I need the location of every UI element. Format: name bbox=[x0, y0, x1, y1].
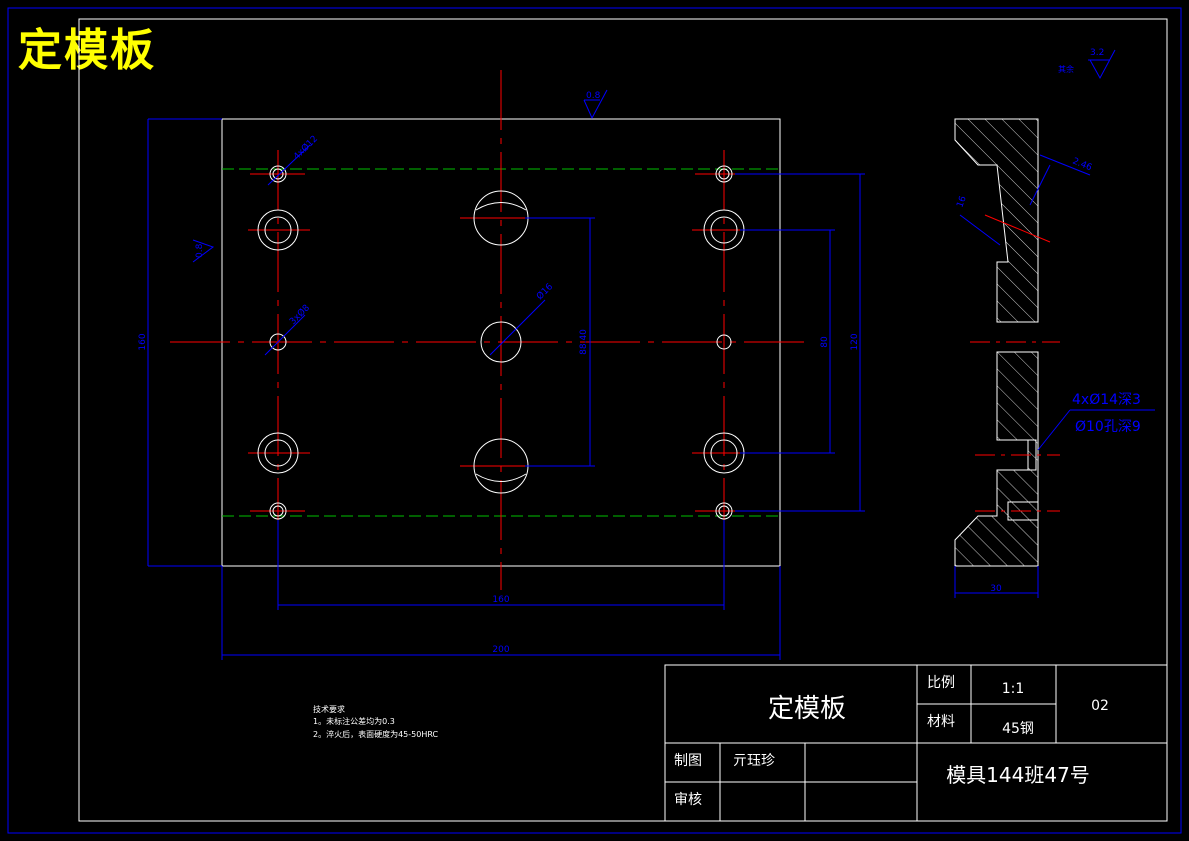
notes-line-2: 2。淬火后，表面硬度为45-50HRC bbox=[313, 729, 439, 739]
dim-angle-len: 2.46 bbox=[1071, 157, 1094, 174]
title-block bbox=[664, 664, 1168, 822]
dim-center-hole: Ø16 bbox=[534, 281, 555, 302]
notes-line-1: 1。未标注公差均为0.3 bbox=[313, 716, 395, 726]
dim-angle-side: 16 bbox=[955, 195, 968, 209]
dim-corner-hole: 4xØ12 bbox=[291, 133, 320, 162]
tb-drawing-no: 02 bbox=[1091, 698, 1109, 714]
tb-material-label: 材料 bbox=[927, 714, 955, 730]
roughness-general-value: 3.2 bbox=[1090, 48, 1104, 58]
dim-overall-height: 160 bbox=[138, 333, 148, 350]
dim-thickness: 30 bbox=[990, 584, 1002, 594]
notes-heading: 技术要求 bbox=[313, 704, 345, 714]
dim-small-hole: 3xØ8 bbox=[287, 302, 312, 327]
roughness-general-label: 其余 bbox=[1058, 64, 1074, 74]
tb-drawn-label: 制图 bbox=[674, 753, 702, 769]
tb-scale-value: 1:1 bbox=[1002, 681, 1025, 697]
tb-material-value: 45钢 bbox=[1002, 721, 1034, 737]
dim-spacing-inner: 80 bbox=[820, 336, 830, 348]
tb-class-info: 模具144班47号 bbox=[946, 763, 1090, 787]
dim-spacing-mid: 88.40 bbox=[579, 329, 589, 355]
engineering-drawing: 200 160 160 120 80 88.40 Ø16 3xØ8 4xØ12 … bbox=[7, 7, 1182, 834]
roughness-top-value: 0.8 bbox=[586, 91, 601, 101]
tb-check-label: 审核 bbox=[674, 792, 702, 808]
side-callout: 4xØ14深3 Ø10孔深9 bbox=[1072, 392, 1141, 435]
center-lines bbox=[170, 70, 810, 590]
roughness-left-value: 0.8 bbox=[195, 243, 205, 258]
dim-overall-width: 200 bbox=[492, 645, 509, 655]
front-dimensions bbox=[147, 89, 865, 660]
tb-scale-label: 比例 bbox=[927, 675, 955, 691]
technical-notes: 技术要求 1。未标注公差均为0.3 2。淬火后，表面硬度为45-50HRC bbox=[313, 704, 439, 739]
front-view bbox=[147, 70, 865, 660]
callout-line-2: Ø10孔深9 bbox=[1075, 419, 1141, 435]
title-block-text: 定模板 比例 1:1 材料 45钢 02 制图 亓珏珍 审核 模具144班47号 bbox=[674, 675, 1109, 808]
side-view bbox=[954, 49, 1155, 598]
tb-drawn-by: 亓珏珍 bbox=[733, 753, 775, 769]
callout-line-1: 4xØ14深3 bbox=[1072, 392, 1141, 408]
dim-spacing-outer: 120 bbox=[850, 333, 860, 350]
dim-hole-spacing-x: 160 bbox=[492, 595, 509, 605]
tb-part-name: 定模板 bbox=[768, 694, 846, 724]
